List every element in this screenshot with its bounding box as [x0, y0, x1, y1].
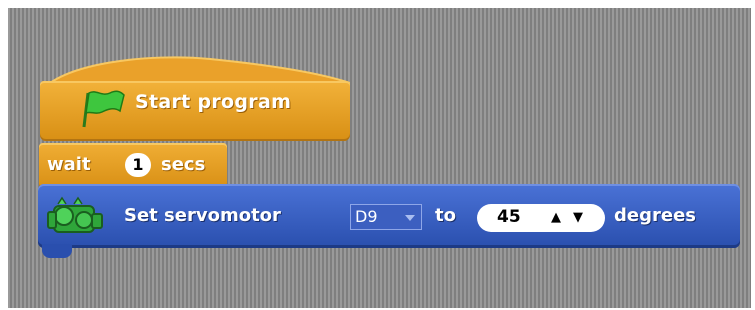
- wait-seconds-input[interactable]: 1: [125, 153, 151, 177]
- to-label: to: [435, 205, 456, 226]
- green-flag-icon: [82, 90, 125, 128]
- wait-block[interactable]: wait 1 secs: [39, 143, 227, 189]
- block-bottom-notch: [42, 244, 72, 258]
- servo-motor-icon: [47, 196, 103, 233]
- script-area: Start program wait 1 secs Set servomotor…: [8, 8, 751, 308]
- dropdown-arrow-icon: [405, 215, 415, 221]
- increment-arrow-icon[interactable]: ▲: [551, 210, 561, 225]
- degrees-label: degrees: [614, 205, 696, 226]
- decrement-arrow-icon[interactable]: ▼: [573, 210, 583, 225]
- angle-value[interactable]: 45: [497, 207, 521, 227]
- start-program-label: Start program: [135, 91, 292, 113]
- servo-port-value: D9: [355, 207, 378, 226]
- set-servomotor-label: Set servomotor: [124, 205, 281, 226]
- secs-label: secs: [161, 154, 206, 175]
- start-program-block[interactable]: Start program: [40, 53, 350, 141]
- wait-label: wait: [47, 154, 91, 175]
- angle-stepper[interactable]: 45 ▲ ▼: [477, 204, 605, 232]
- set-servomotor-block[interactable]: Set servomotor D9 to 45 ▲ ▼ degrees: [38, 184, 740, 248]
- servo-port-dropdown[interactable]: D9: [350, 204, 422, 230]
